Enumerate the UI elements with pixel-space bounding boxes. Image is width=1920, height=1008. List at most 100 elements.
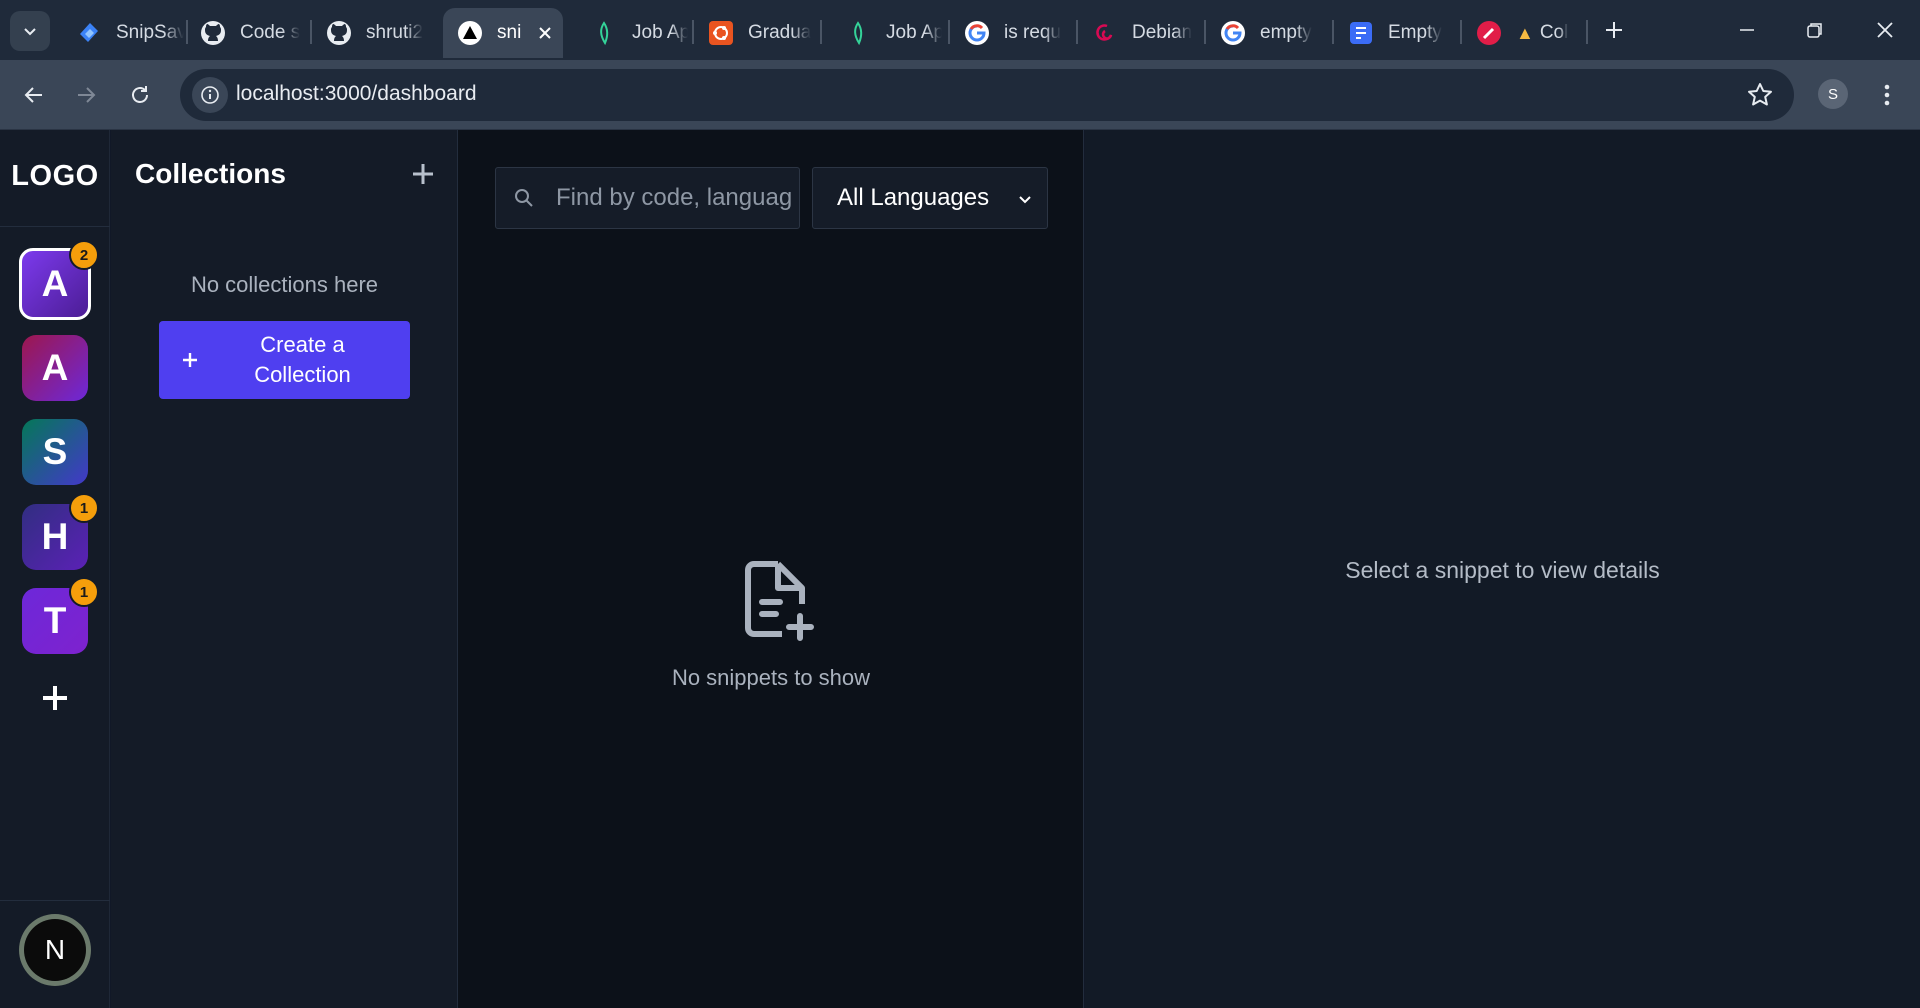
url-text[interactable]: localhost:3000/dashboard [236, 82, 477, 106]
browser-tab[interactable]: Job Ap [578, 8, 688, 58]
browser-tab[interactable]: empty [1206, 8, 1330, 58]
info-icon [201, 86, 219, 104]
create-collection-label: Create a Collection [221, 330, 410, 390]
tab-label: Code s [240, 22, 301, 43]
notification-badge: 1 [69, 493, 99, 523]
tab-label: Debian [1132, 22, 1193, 43]
snipsave-icon [76, 20, 102, 46]
chevron-down-icon [1019, 196, 1031, 204]
profile-avatar[interactable]: S [1818, 79, 1848, 109]
browser-tab[interactable]: Debian [1078, 8, 1202, 58]
site-info-button[interactable] [192, 77, 228, 113]
forms-icon [1348, 20, 1374, 46]
tab-label: Gradua [748, 22, 812, 43]
workspace-letter: T [43, 600, 67, 641]
workspace-a-2[interactable]: A [22, 335, 88, 401]
workspace-s[interactable]: S [22, 419, 88, 485]
tab-label: is requ [1004, 22, 1062, 43]
browser-tab-strip: SnipSav Code s shruti2 sni Job Ap Gradua… [0, 0, 1920, 60]
rail-divider [0, 900, 110, 901]
chevron-down-icon [24, 28, 36, 36]
reload-button[interactable] [120, 75, 160, 115]
detail-empty-text: Select a snippet to view details [1345, 557, 1660, 583]
minimize-button[interactable] [1724, 10, 1770, 50]
tab-divider [820, 20, 822, 44]
more-vertical-icon [1884, 84, 1890, 106]
back-button[interactable] [14, 75, 54, 115]
workspace-letter: A [41, 263, 69, 304]
browser-tab[interactable]: Empty [1334, 8, 1458, 58]
browser-tab[interactable]: Gradua [694, 8, 818, 58]
browser-tab[interactable]: shruti2 [312, 8, 434, 58]
add-collection-icon[interactable] [409, 160, 437, 188]
github-icon [326, 20, 352, 46]
plus-icon [43, 686, 67, 710]
browser-tab[interactable]: Job Ap [832, 8, 942, 58]
arrow-right-icon [78, 87, 96, 103]
language-select[interactable]: All Languages [812, 167, 1048, 229]
create-collection-label-line1: Create a [260, 332, 345, 357]
workspace-letter: S [42, 431, 68, 472]
snippets-empty-text: No snippets to show [671, 665, 871, 690]
address-bar[interactable]: localhost:3000/dashboard [180, 69, 1794, 121]
browser-tab-active[interactable]: sni [443, 8, 563, 58]
tab-label: Job Ap [632, 22, 688, 43]
app-logo[interactable]: LOGO [0, 160, 110, 193]
snippet-list-pane: All Languages No snippets to show [458, 130, 1084, 1008]
browser-tab[interactable]: is requ [950, 8, 1074, 58]
tab-label: shruti2 [366, 22, 424, 43]
minimize-icon [1740, 29, 1754, 31]
new-tab-button[interactable] [1596, 12, 1632, 48]
browser-tab[interactable]: Code s [186, 8, 308, 58]
user-avatar[interactable]: N [19, 914, 91, 986]
restore-icon [1807, 23, 1822, 38]
notification-badge: 1 [69, 577, 99, 607]
thumbs-up-icon: ▲ [1516, 22, 1534, 43]
browser-toolbar: localhost:3000/dashboard S [0, 60, 1920, 130]
create-collection-label-line2: Collection [254, 362, 351, 387]
tab-label: Job Ap [886, 22, 942, 43]
plus-icon [1606, 22, 1622, 38]
collections-title: Collections [135, 158, 286, 189]
workspace-letter: H [41, 516, 69, 557]
collections-panel: Collections No collections here Create a… [111, 130, 458, 1008]
close-icon [1877, 22, 1893, 38]
ubuntu-icon [708, 20, 734, 46]
browser-tab[interactable]: SnipSav [62, 8, 184, 58]
tab-label: Col [1539, 22, 1569, 43]
notification-badge: 2 [69, 240, 99, 270]
bookmark-star-icon[interactable] [1746, 81, 1774, 109]
workspace-rail: LOGO A 2 A S H 1 T 1 N [0, 130, 110, 1008]
tab-search-button[interactable] [10, 11, 50, 51]
snippet-detail-pane: Select a snippet to view details [1085, 130, 1920, 1008]
rail-divider [0, 226, 110, 227]
snippet-search[interactable] [495, 167, 800, 229]
restore-button[interactable] [1792, 10, 1838, 50]
language-select-value: All Languages [837, 184, 990, 211]
add-document-icon [745, 561, 814, 641]
collections-empty-text: No collections here [190, 272, 379, 297]
red-pencil-icon [1476, 20, 1502, 46]
create-collection-button[interactable]: Create a Collection [159, 321, 410, 399]
tab-label: Empty [1388, 22, 1442, 43]
add-workspace-button[interactable] [35, 678, 75, 718]
forward-button[interactable] [66, 75, 106, 115]
green-leaf-icon [846, 20, 872, 46]
tab-label: SnipSav [116, 22, 184, 43]
browser-tab[interactable]: ▲ Col [1462, 8, 1586, 58]
google-icon [964, 20, 990, 46]
plus-icon [159, 351, 221, 369]
github-icon [200, 20, 226, 46]
nextjs-triangle-icon [457, 20, 483, 46]
debian-icon [1092, 20, 1118, 46]
user-initial: N [24, 919, 86, 981]
browser-menu-button[interactable] [1872, 77, 1902, 113]
search-input[interactable] [556, 180, 792, 216]
reload-icon [132, 86, 148, 103]
tab-close-icon[interactable] [537, 25, 553, 41]
tab-label: sni [497, 22, 522, 43]
tab-label: empty [1260, 22, 1312, 43]
arrow-left-icon [24, 87, 42, 103]
search-icon [515, 189, 533, 207]
close-window-button[interactable] [1862, 10, 1908, 50]
